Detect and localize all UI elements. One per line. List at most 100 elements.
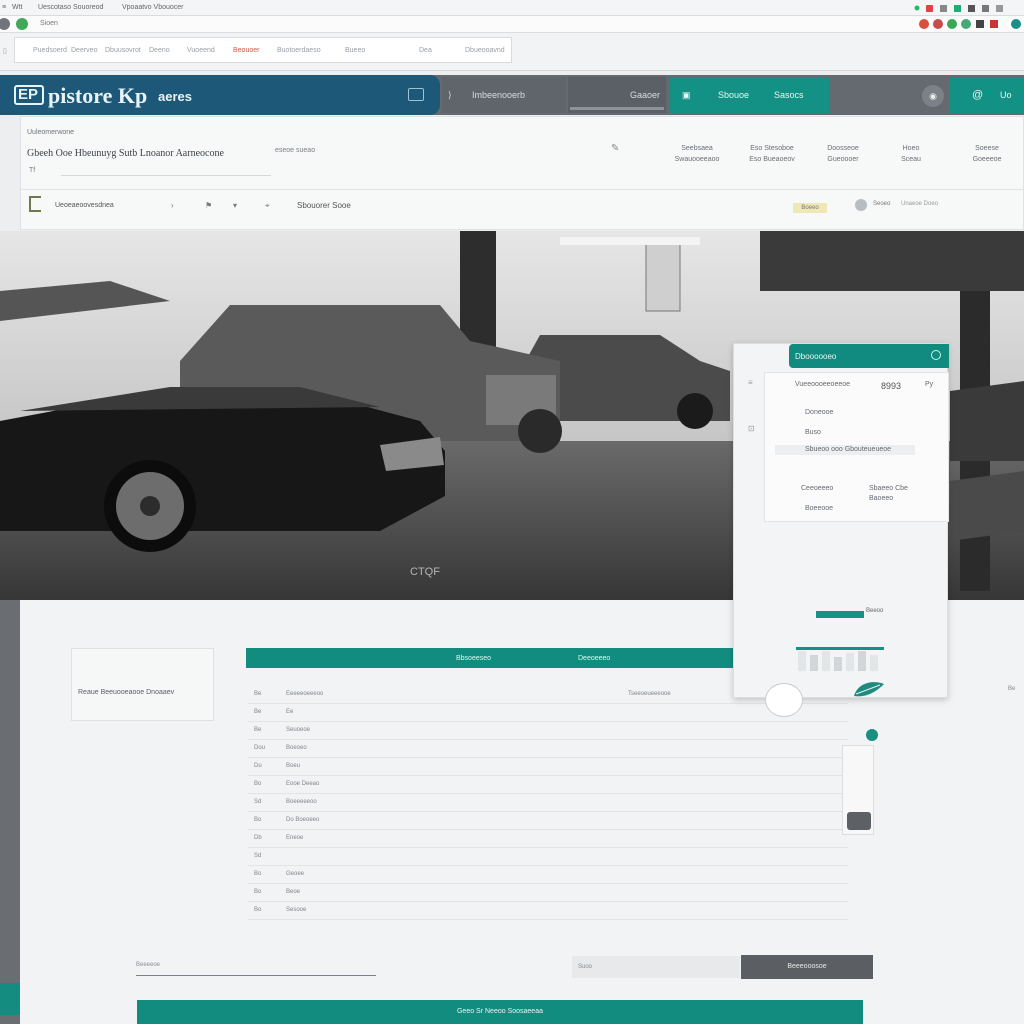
- table-row[interactable]: Sd Boeeeeeoo: [248, 794, 848, 812]
- bookmark-item[interactable]: Beouoer: [233, 47, 259, 54]
- bookmark-item[interactable]: Dea: [419, 47, 432, 54]
- nav-item-2[interactable]: Gaaoer: [568, 77, 666, 113]
- left-edge-strip: [0, 600, 20, 1024]
- browser-address-bar[interactable]: Sioen: [0, 16, 1024, 33]
- table-row[interactable]: Be Ee: [248, 704, 848, 722]
- table-row[interactable]: Du Boeu: [248, 758, 848, 776]
- bookmark-item[interactable]: Bueeo: [345, 47, 365, 54]
- table-header-col2[interactable]: Deeoeeeo: [578, 655, 610, 662]
- table-row[interactable]: Be Seuoeoe: [248, 722, 848, 740]
- tab-active-title[interactable]: Uescotaso Souoreod: [38, 4, 103, 11]
- bookmark-item[interactable]: Buotoerdaeso: [277, 47, 321, 54]
- filter-field[interactable]: Ueoeaeoovesdnea: [29, 196, 159, 216]
- bookmark-item[interactable]: Vuoeend: [187, 47, 215, 54]
- sparkle-icon[interactable]: ✎: [611, 143, 619, 154]
- quote-input[interactable]: Sbueoo ooo Gbouteueueoe: [775, 445, 915, 455]
- table-row[interactable]: Db Eneoe: [248, 830, 848, 848]
- progress-bar: [816, 611, 864, 618]
- table-row[interactable]: Sd: [248, 848, 848, 866]
- stat-value: Gueoooer: [827, 156, 859, 163]
- table-row[interactable]: Bo Beoe: [248, 884, 848, 902]
- notification-icon[interactable]: ◉: [922, 85, 944, 107]
- status-badge: Boeeo: [793, 203, 827, 213]
- table-row[interactable]: Dou Boeoeo: [248, 740, 848, 758]
- filter-icon[interactable]: ▾: [233, 201, 237, 210]
- table-header-bar: Bbsoeeseo Deeoeeeo: [246, 648, 734, 668]
- stat-label: Doosseoe: [827, 145, 859, 152]
- nav-item-label: Gaaoer: [630, 90, 661, 100]
- row-text: Boeoeo: [286, 745, 307, 751]
- table-row[interactable]: Bo Sesooe: [248, 902, 848, 920]
- nav-item-label: Sasocs: [774, 90, 804, 100]
- quote-card-header[interactable]: Dboooooeo: [789, 344, 949, 368]
- side-note: Be: [1008, 686, 1016, 692]
- brand-name: pistore Kp: [48, 83, 148, 108]
- row-text: Seuoeoe: [286, 727, 311, 733]
- summary-card[interactable]: Reaue Beeuooeaooe Dnoaaev: [71, 648, 214, 721]
- browser-menu-icon[interactable]: ≡: [2, 4, 6, 11]
- input-placeholder: Beeeeoe: [136, 962, 161, 968]
- primary-action-button[interactable]: Geeo Sr Neeoo Soosaeeaa: [137, 1000, 863, 1024]
- chevron-icon[interactable]: ›: [171, 201, 174, 210]
- user-avatar: @: [972, 89, 984, 101]
- stat-label: Hoeo: [902, 145, 920, 152]
- toolbar-stat-5[interactable]: Soeese Goeeeoe: [957, 143, 1017, 165]
- sort-label[interactable]: Sbouorer Sooe: [297, 201, 351, 210]
- progress-label: Beeoo: [866, 608, 884, 614]
- avatar[interactable]: [855, 199, 867, 211]
- bookmark-item[interactable]: Deerveo: [71, 47, 97, 54]
- table-header-col1[interactable]: Bbsoeeseo: [456, 655, 491, 662]
- tab-second-title[interactable]: Vpoaatvo Vbouocer: [122, 4, 184, 11]
- flag-icon[interactable]: ⚑: [205, 201, 212, 210]
- table-row[interactable]: Bo Eooe Deeao: [248, 776, 848, 794]
- url-text[interactable]: Sioen: [40, 20, 58, 27]
- tab-left[interactable]: Wtt: [12, 4, 23, 11]
- row-text: Ee: [286, 709, 294, 715]
- row-text: Boeu: [286, 763, 301, 769]
- toolbar-stat-3[interactable]: Doosseoe Gueoooer: [813, 143, 873, 165]
- back-button-icon[interactable]: [0, 18, 10, 30]
- bookmark-icon[interactable]: ▯: [3, 47, 7, 55]
- nav-item-3[interactable]: ▣ Sbouoe Sasocs: [670, 77, 830, 113]
- row-id: Sd: [254, 853, 262, 859]
- stat-label: Eso Stesoboe: [750, 145, 794, 152]
- bookmark-item[interactable]: Dbuusovrot: [105, 47, 141, 54]
- brand-logo-area[interactable]: EP pistore Kp aeres: [0, 75, 440, 115]
- table-row[interactable]: Bo Do Boeoeeo: [248, 812, 848, 830]
- side-widget[interactable]: [842, 745, 874, 835]
- row-id: Be: [254, 727, 262, 733]
- bookmarks-bar: ▯ Puedsoerd Deerveo Dbuusovrot Deeno Vuo…: [0, 33, 1024, 71]
- secure-lock-icon[interactable]: [16, 18, 28, 30]
- bookmark-item[interactable]: Dbueooavnd: [465, 47, 505, 54]
- filter-label: Ueoeaeoovesdnea: [55, 202, 114, 209]
- account-label: Seoeo: [873, 201, 891, 207]
- menu-icon[interactable]: [408, 88, 424, 101]
- tab-status-icons: [914, 4, 1014, 15]
- nav-user[interactable]: @ Uo: [950, 77, 1024, 113]
- bookmark-item[interactable]: Deeno: [149, 47, 170, 54]
- search-field[interactable]: Suoo: [572, 956, 740, 978]
- nav-arrow-icon: ⟩: [448, 90, 452, 100]
- close-icon[interactable]: [931, 350, 941, 360]
- extension-icons[interactable]: [918, 18, 1022, 31]
- row-id: Dou: [254, 745, 266, 751]
- table-row[interactable]: Bo Geoee: [248, 866, 848, 884]
- toolbar-stat-4[interactable]: Hoeo Sceau: [883, 143, 939, 165]
- account-meta: Unaeoe Doeo: [901, 201, 939, 207]
- add-icon[interactable]: [866, 729, 878, 741]
- name-input[interactable]: Beeeeoe: [136, 958, 376, 976]
- toolbar-stat-2[interactable]: Eso Stesoboe Eso Bueaoeov: [727, 143, 817, 165]
- quote-line: Buso: [805, 429, 821, 436]
- submit-button[interactable]: Beeeooosoe: [741, 955, 873, 979]
- nav-active-indicator: [570, 107, 664, 110]
- heading-sub: Tf: [29, 167, 36, 174]
- row-text: Eeeeeoeeeoo: [286, 691, 324, 697]
- search-field-text: Suoo: [578, 964, 593, 970]
- pin-icon[interactable]: ⌖: [265, 201, 270, 211]
- phone-icon: [847, 812, 871, 830]
- toolbar-stat-1[interactable]: Seebsaea Swauooeeaoo: [657, 143, 737, 165]
- quote-price-unit: Py: [925, 381, 934, 388]
- nav-item-1[interactable]: ⟩ Imbeenooerb: [442, 77, 566, 113]
- stat-value: Swauooeeaoo: [674, 156, 720, 163]
- bookmark-item[interactable]: Puedsoerd: [33, 47, 67, 54]
